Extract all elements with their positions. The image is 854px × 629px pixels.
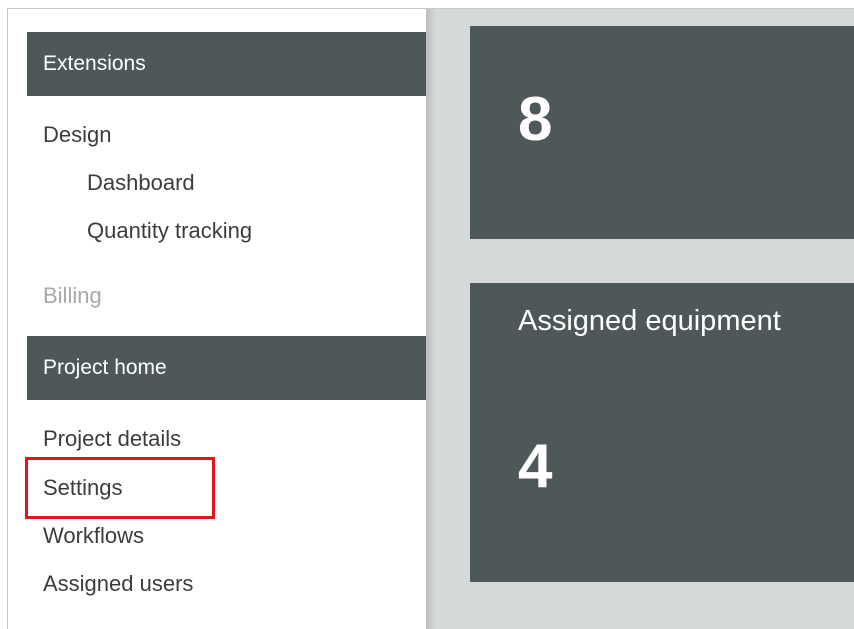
main-shadow [426, 9, 436, 629]
sidebar-item-design[interactable]: Design [43, 121, 111, 149]
sidebar-item-assigned-users[interactable]: Assigned users [43, 570, 193, 598]
sidebar-item-workflows[interactable]: Workflows [43, 522, 144, 550]
extensions-header: Extensions [27, 32, 426, 96]
card-value: 4 [518, 432, 553, 501]
card-title: Assigned equipment [518, 305, 781, 337]
project-home-header: Project home [27, 336, 426, 400]
sidebar-item-dashboard[interactable]: Dashboard [87, 169, 195, 197]
settings-highlight-box [25, 457, 215, 519]
sidebar-item-billing: Billing [43, 283, 102, 308]
sidebar-item-quantity-tracking[interactable]: Quantity tracking [87, 217, 252, 245]
card-value: 8 [518, 85, 553, 154]
app-frame: Extensions Design Dashboard Quantity tra… [7, 8, 854, 629]
main-content: 8 Assigned equipment 4 [426, 9, 854, 629]
sidebar: Extensions Design Dashboard Quantity tra… [8, 9, 426, 629]
stat-card-assigned-equipment[interactable]: Assigned equipment 4 [470, 283, 854, 582]
stat-card[interactable]: 8 [470, 26, 854, 239]
sidebar-item-project-details[interactable]: Project details [43, 425, 181, 453]
